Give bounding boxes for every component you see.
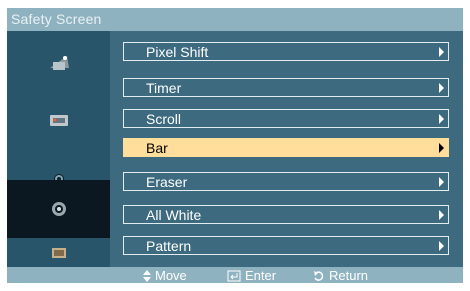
title-bar: Safety Screen bbox=[7, 8, 463, 31]
menu-item-label: Pattern bbox=[146, 238, 192, 254]
return-icon bbox=[314, 270, 324, 281]
help-bar: Move Enter Return bbox=[7, 267, 463, 283]
sidebar-item-setup[interactable] bbox=[7, 180, 110, 238]
menu-item-pixel-shift[interactable]: Pixel Shift bbox=[123, 42, 449, 61]
menu-item-label: Bar bbox=[146, 140, 168, 156]
category-sidebar bbox=[7, 31, 110, 267]
help-move-label: Move bbox=[155, 268, 187, 283]
chevron-right-icon bbox=[439, 210, 444, 220]
help-return: Return bbox=[313, 268, 368, 283]
menu-item-all-white[interactable]: All White bbox=[123, 205, 449, 224]
chevron-right-icon bbox=[439, 177, 444, 187]
menu-item-pattern[interactable]: Pattern bbox=[123, 236, 449, 255]
chevron-right-icon bbox=[439, 114, 444, 124]
sidebar-item-multi-control[interactable] bbox=[7, 238, 110, 267]
sidebar-item-picture[interactable] bbox=[7, 34, 110, 92]
menu-item-label: Timer bbox=[146, 80, 182, 96]
menu-item-label: Pixel Shift bbox=[146, 44, 209, 60]
help-enter: Enter bbox=[227, 268, 276, 283]
sidebar-item-input[interactable] bbox=[7, 91, 110, 149]
menu-item-timer[interactable]: Timer bbox=[123, 78, 449, 97]
setup-gear-icon bbox=[51, 202, 66, 216]
help-return-label: Return bbox=[329, 268, 369, 283]
menu-item-bar[interactable]: Bar bbox=[123, 138, 449, 157]
window-title: Safety Screen bbox=[11, 11, 102, 27]
enter-icon bbox=[227, 270, 241, 281]
menu-item-label: Scroll bbox=[146, 111, 182, 127]
help-enter-label: Enter bbox=[245, 268, 277, 283]
multi-control-icon bbox=[51, 247, 66, 258]
menu-item-label: All White bbox=[146, 207, 202, 223]
chevron-right-icon bbox=[439, 83, 444, 93]
input-source-icon bbox=[49, 115, 68, 126]
osd-menu-window: Safety Screen Pixel Shift Timer Scroll B… bbox=[7, 8, 463, 283]
chevron-right-icon bbox=[439, 47, 444, 57]
help-move: Move bbox=[143, 268, 187, 283]
menu-item-scroll[interactable]: Scroll bbox=[123, 109, 449, 128]
chevron-right-icon bbox=[439, 143, 444, 153]
picture-icon bbox=[49, 56, 69, 70]
menu-item-label: Eraser bbox=[146, 174, 188, 190]
menu-item-eraser[interactable]: Eraser bbox=[123, 172, 449, 191]
up-down-arrow-icon bbox=[143, 269, 151, 282]
chevron-right-icon bbox=[439, 241, 444, 251]
safety-screen-menu: Pixel Shift Timer Scroll Bar Eraser All … bbox=[110, 31, 463, 267]
